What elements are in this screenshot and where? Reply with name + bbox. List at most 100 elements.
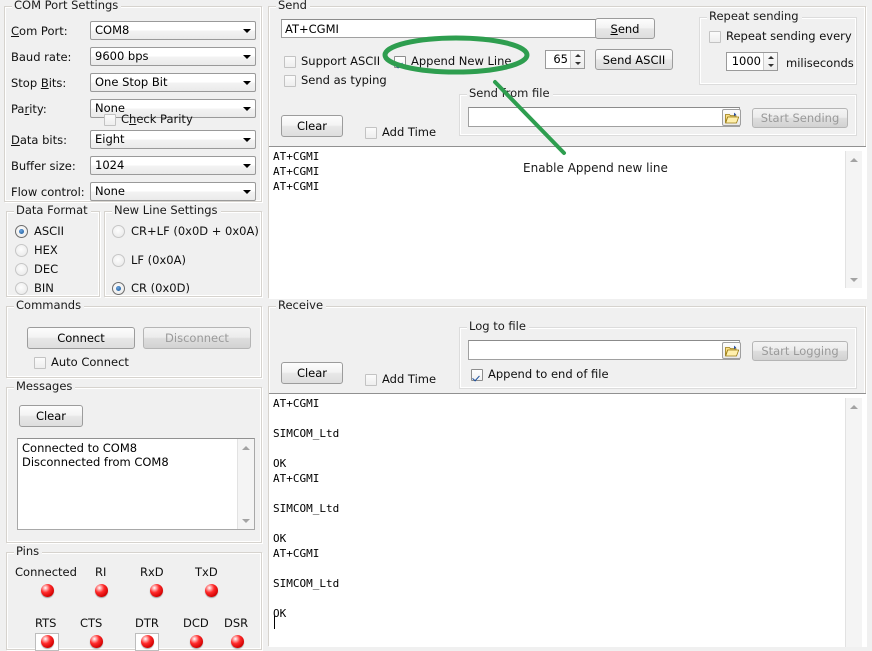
radio-ascii[interactable]: ASCII	[15, 225, 64, 238]
new-line-settings-group: New Line Settings CR+LF (0x0D + 0x0A) LF…	[104, 211, 262, 297]
radio-hex[interactable]: HEX	[15, 244, 58, 257]
com-port-settings-group: COM Port Settings Com Port: COM8 Baud ra…	[4, 6, 262, 202]
pin-led-dtr	[141, 635, 154, 648]
receive-clear-label: Clear	[297, 366, 327, 380]
send-button[interactable]: Send	[595, 18, 655, 39]
triangle-up-icon[interactable]	[846, 399, 862, 414]
triangle-up-icon[interactable]	[846, 152, 862, 167]
send-clear-label: Clear	[297, 119, 327, 133]
label-stop-bits: Stop Bits:	[11, 77, 66, 90]
spinner-buttons[interactable]	[570, 51, 584, 68]
start-sending-button[interactable]: Start Sending	[752, 108, 848, 128]
data-bits-combo[interactable]: Eight	[90, 130, 256, 149]
app-window: COM Port Settings Com Port: COM8 Baud ra…	[0, 0, 872, 646]
send-from-file-path-input[interactable]	[468, 107, 740, 127]
repeat-sending-group: Repeat sending Repeat sending every 1000…	[699, 17, 857, 85]
send-add-time-checkbox[interactable]: Add Time	[365, 126, 436, 139]
receive-clear-button[interactable]: Clear	[281, 362, 343, 384]
label-baud-rate: Baud rate:	[11, 51, 71, 64]
radio-dot	[112, 254, 125, 267]
spinner-down-icon[interactable]	[571, 60, 584, 69]
folder-open-glyph	[725, 112, 739, 124]
receive-log-textarea[interactable]: AT+CGMI SIMCOM_Ltd OK AT+CGMI SIMCOM_Ltd…	[269, 393, 866, 647]
radio-cr[interactable]: CR (0x0D)	[112, 282, 190, 295]
triangle-down-icon[interactable]	[846, 272, 862, 287]
receive-add-time-label: Add Time	[382, 373, 436, 386]
com-port-settings-title: COM Port Settings	[12, 0, 121, 11]
stop-bits-combo[interactable]: One Stop Bit	[90, 73, 256, 92]
messages-clear-button[interactable]: Clear	[19, 405, 83, 427]
buffer-size-combo[interactable]: 1024	[90, 156, 256, 175]
pin-label-txd: TxD	[195, 566, 218, 579]
send-as-typing-checkbox[interactable]: Send as typing	[284, 74, 387, 87]
spinner-buttons[interactable]	[763, 53, 777, 70]
repeat-sending-checkbox[interactable]: Repeat sending every	[709, 30, 852, 43]
folder-open-icon[interactable]	[722, 109, 741, 126]
receive-log-scrollbar[interactable]	[845, 398, 862, 647]
chevron-down-icon[interactable]	[238, 74, 255, 91]
pin-led-rxd	[150, 584, 163, 597]
radio-dot	[15, 282, 28, 295]
send-command-input[interactable]: AT+CGMI	[281, 19, 601, 38]
pins-group: Pins Connected RI RxD TxD RTS CTS DTR DC…	[6, 552, 262, 650]
receive-add-time-checkbox[interactable]: Add Time	[365, 373, 436, 386]
log-to-file-path-input[interactable]	[468, 340, 740, 360]
baud-rate-combo[interactable]: 9600 bps	[90, 47, 256, 66]
repeat-sending-label: Repeat sending every	[726, 30, 852, 43]
com-port-combo-value: COM8	[95, 23, 129, 37]
send-ascii-button[interactable]: Send ASCII	[595, 49, 673, 70]
chevron-down-icon[interactable]	[238, 183, 255, 200]
checkbox-box	[34, 357, 46, 369]
messages-textarea[interactable]: Connected to COM8 Disconnected from COM8	[17, 438, 255, 530]
send-button-label: Send	[611, 22, 640, 36]
chevron-down-icon[interactable]	[238, 131, 255, 148]
checkbox-box	[365, 374, 377, 386]
data-format-title: Data Format	[14, 204, 91, 216]
check-parity-checkbox[interactable]: Check Parity	[104, 113, 193, 126]
send-clear-button[interactable]: Clear	[281, 115, 343, 137]
flow-control-combo[interactable]: None	[90, 182, 256, 201]
ascii-code-value[interactable]: 65	[546, 51, 570, 68]
chevron-down-icon[interactable]	[238, 48, 255, 65]
pin-label-cts: CTS	[80, 617, 102, 630]
spinner-up-icon[interactable]	[571, 51, 584, 60]
auto-connect-checkbox[interactable]: Auto Connect	[34, 356, 129, 369]
repeat-interval-spinner[interactable]: 1000	[726, 52, 778, 71]
repeat-interval-value[interactable]: 1000	[727, 53, 763, 70]
spinner-up-icon[interactable]	[764, 53, 777, 62]
pin-led-rts	[41, 635, 54, 648]
checkbox-box	[394, 56, 406, 68]
chevron-down-icon[interactable]	[238, 100, 255, 117]
chevron-down-icon[interactable]	[238, 157, 255, 174]
connect-button[interactable]: Connect	[27, 327, 135, 349]
send-command-value: AT+CGMI	[285, 22, 339, 36]
send-from-file-group: Send from file Start Sending	[459, 94, 857, 136]
support-ascii-label: Support ASCII	[301, 55, 380, 68]
messages-scrollbar[interactable]	[237, 439, 254, 529]
append-new-line-checkbox[interactable]: Append New Line	[394, 55, 512, 68]
spinner-down-icon[interactable]	[764, 62, 777, 71]
radio-bin[interactable]: BIN	[15, 282, 54, 295]
start-logging-button[interactable]: Start Logging	[752, 341, 848, 361]
radio-hex-label: HEX	[34, 244, 58, 257]
triangle-up-icon[interactable]	[238, 440, 254, 455]
disconnect-button[interactable]: Disconnect	[143, 327, 251, 349]
radio-dec[interactable]: DEC	[15, 263, 58, 276]
chevron-down-icon[interactable]	[238, 22, 255, 39]
receive-log-text: AT+CGMI SIMCOM_Ltd OK AT+CGMI SIMCOM_Ltd…	[273, 396, 846, 621]
pin-led-ri	[95, 584, 108, 597]
radio-crlf[interactable]: CR+LF (0x0D + 0x0A)	[112, 225, 259, 238]
radio-lf[interactable]: LF (0x0A)	[112, 254, 186, 267]
check-parity-label: Check Parity	[121, 113, 193, 126]
label-flow-control: Flow control:	[11, 186, 85, 199]
com-port-combo[interactable]: COM8	[90, 21, 256, 40]
triangle-down-icon[interactable]	[238, 513, 254, 528]
pin-led-txd	[205, 584, 218, 597]
send-from-file-title: Send from file	[467, 87, 553, 99]
ascii-code-spinner[interactable]: 65	[545, 50, 585, 69]
send-log-scrollbar[interactable]	[845, 151, 862, 288]
folder-open-icon[interactable]	[722, 342, 741, 359]
append-to-end-checkbox[interactable]: Append to end of file	[471, 368, 609, 381]
support-ascii-checkbox[interactable]: Support ASCII	[284, 55, 380, 68]
pin-label-connected: Connected	[15, 566, 77, 579]
